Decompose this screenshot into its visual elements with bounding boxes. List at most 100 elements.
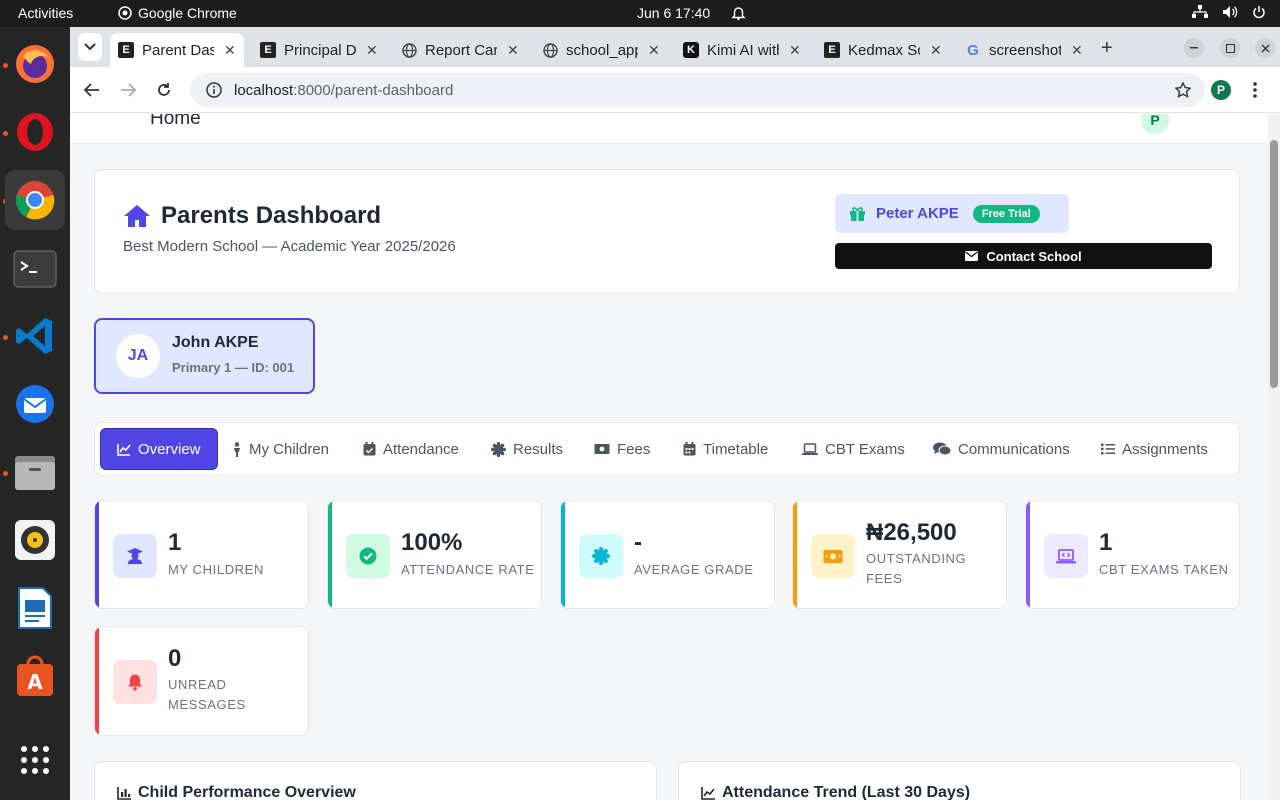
comments-icon bbox=[933, 442, 951, 456]
profile-avatar[interactable]: P bbox=[1211, 80, 1231, 100]
minimize-button[interactable] bbox=[1184, 38, 1204, 58]
stat-value: 100% bbox=[401, 529, 463, 556]
calendar-icon bbox=[683, 442, 696, 456]
child-icon bbox=[234, 441, 240, 457]
tab-cbt-exams[interactable]: CBT Exams bbox=[786, 428, 921, 470]
nav-home-title[interactable]: Home bbox=[150, 114, 201, 130]
close-icon[interactable]: ✕ bbox=[789, 42, 801, 59]
close-icon[interactable]: ✕ bbox=[366, 42, 378, 59]
browser-tab[interactable]: Report Card ✕ bbox=[393, 33, 527, 67]
vscode-dock-icon[interactable] bbox=[11, 312, 59, 360]
contact-school-button[interactable]: Contact School bbox=[835, 243, 1212, 269]
child-performance-card: Child Performance Overview bbox=[94, 761, 657, 800]
alarm-icon bbox=[731, 7, 746, 21]
accent-bar bbox=[1026, 501, 1030, 608]
app-menu[interactable]: Google Chrome bbox=[118, 5, 237, 21]
clock[interactable]: Jun 6 17:40 bbox=[637, 5, 710, 21]
tab-title: Kedmax School bbox=[848, 41, 920, 59]
contact-school-label: Contact School bbox=[986, 248, 1082, 264]
stat-value: 1 bbox=[1099, 529, 1113, 556]
favicon-e-icon: E bbox=[824, 42, 840, 58]
close-icon bbox=[1261, 44, 1269, 52]
favicon-e-icon: E bbox=[260, 42, 276, 58]
globe-icon bbox=[542, 42, 558, 58]
money-bill-icon bbox=[811, 534, 855, 578]
top-navbar: Home P bbox=[70, 114, 1268, 144]
maximize-button[interactable] bbox=[1220, 38, 1240, 58]
accent-bar bbox=[328, 501, 332, 608]
tab-title: Kimi AI with bbox=[707, 41, 779, 59]
certificate-icon bbox=[491, 441, 506, 457]
tab-overview[interactable]: Overview bbox=[100, 428, 218, 470]
stat-label: ATTENDANCE RATE bbox=[401, 562, 535, 577]
minimize-icon bbox=[1190, 47, 1198, 49]
dashboard-header-card: Parents Dashboard Best Modern School — A… bbox=[94, 169, 1240, 294]
close-icon[interactable]: ✕ bbox=[224, 42, 236, 59]
page-scrollbar[interactable] bbox=[1268, 114, 1280, 800]
tab-attendance[interactable]: Attendance bbox=[347, 428, 475, 470]
app-center-dock-icon[interactable]: A bbox=[11, 652, 59, 700]
tab-results[interactable]: Results bbox=[475, 428, 579, 470]
writer-dock-icon[interactable] bbox=[11, 584, 59, 632]
stat-label: MY CHILDREN bbox=[168, 562, 264, 577]
network-icon bbox=[1192, 5, 1208, 18]
browser-tab[interactable]: E Kedmax School ✕ bbox=[816, 33, 950, 67]
show-apps-icon[interactable] bbox=[11, 736, 59, 784]
back-icon[interactable] bbox=[84, 83, 100, 97]
bookmark-star-icon[interactable] bbox=[1175, 82, 1191, 98]
tab-search-button[interactable] bbox=[78, 33, 102, 61]
browser-tab[interactable]: K Kimi AI with ✕ bbox=[675, 33, 809, 67]
system-top-bar: Activities Google Chrome Jun 6 17:40 bbox=[0, 0, 1280, 27]
attendance-trend-card: Attendance Trend (Last 30 Days) bbox=[678, 761, 1241, 800]
user-avatar[interactable]: P bbox=[1141, 114, 1169, 134]
close-icon[interactable]: ✕ bbox=[930, 42, 942, 59]
tab-title: Parent Dashboard bbox=[142, 41, 214, 59]
chart-line-icon bbox=[117, 443, 131, 456]
browser-tab[interactable]: school_app ✕ bbox=[534, 33, 668, 67]
kebab-menu-icon[interactable] bbox=[1253, 81, 1257, 99]
activities-button[interactable]: Activities bbox=[18, 5, 73, 21]
globe-icon bbox=[401, 42, 417, 58]
plan-badge: Free Trial bbox=[972, 204, 1040, 223]
reload-icon[interactable] bbox=[156, 82, 172, 98]
thunderbird-dock-icon[interactable] bbox=[11, 380, 59, 428]
site-info-icon[interactable] bbox=[206, 82, 222, 98]
tab-title: screenshot bbox=[989, 41, 1061, 59]
files-dock-icon[interactable] bbox=[11, 448, 59, 496]
new-tab-button[interactable]: + bbox=[1101, 37, 1113, 60]
accent-bar bbox=[561, 501, 565, 608]
close-icon[interactable]: ✕ bbox=[648, 42, 660, 59]
opera-dock-icon[interactable] bbox=[11, 108, 59, 156]
close-icon[interactable]: ✕ bbox=[507, 42, 519, 59]
browser-tab[interactable]: E Principal Dashboard ✕ bbox=[252, 33, 386, 67]
stat-label: UNREAD MESSAGES bbox=[168, 677, 246, 712]
tab-title: Principal Dashboard bbox=[284, 41, 356, 59]
address-bar[interactable]: localhost:8000/parent-dashboard bbox=[190, 73, 1205, 107]
close-window-button[interactable] bbox=[1255, 38, 1275, 58]
tab-timetable[interactable]: Timetable bbox=[667, 428, 784, 470]
running-indicator bbox=[3, 131, 8, 136]
running-indicator bbox=[3, 471, 8, 476]
child-name: John AKPE bbox=[172, 334, 259, 351]
tab-fees[interactable]: Fees bbox=[578, 428, 666, 470]
tab-communications[interactable]: Communications bbox=[917, 428, 1086, 470]
parent-info-pill: Peter AKPE Free Trial bbox=[835, 194, 1069, 233]
check-circle-icon bbox=[346, 534, 390, 578]
system-tray[interactable] bbox=[1192, 5, 1266, 19]
browser-tab[interactable]: G screenshot ✕ bbox=[957, 33, 1091, 67]
close-icon[interactable]: ✕ bbox=[1071, 42, 1083, 59]
firefox-dock-icon[interactable] bbox=[11, 40, 59, 88]
terminal-dock-icon[interactable] bbox=[11, 245, 59, 293]
forward-icon[interactable] bbox=[120, 83, 136, 97]
browser-tab[interactable]: E Parent Dashboard ✕ bbox=[110, 33, 244, 67]
tab-label: Timetable bbox=[703, 440, 769, 458]
child-selector-card[interactable]: JA John AKPE Primary 1 — ID: 001 bbox=[94, 318, 315, 394]
tab-label: Attendance bbox=[383, 440, 459, 458]
power-icon bbox=[1253, 6, 1265, 19]
rhythmbox-dock-icon[interactable] bbox=[11, 516, 59, 564]
tab-my-children[interactable]: My Children bbox=[216, 428, 345, 470]
tab-assignments[interactable]: Assignments bbox=[1085, 428, 1224, 470]
tab-label: Assignments bbox=[1122, 440, 1208, 458]
chrome-dock-icon[interactable] bbox=[5, 170, 65, 230]
scrollbar-thumb[interactable] bbox=[1270, 140, 1278, 388]
